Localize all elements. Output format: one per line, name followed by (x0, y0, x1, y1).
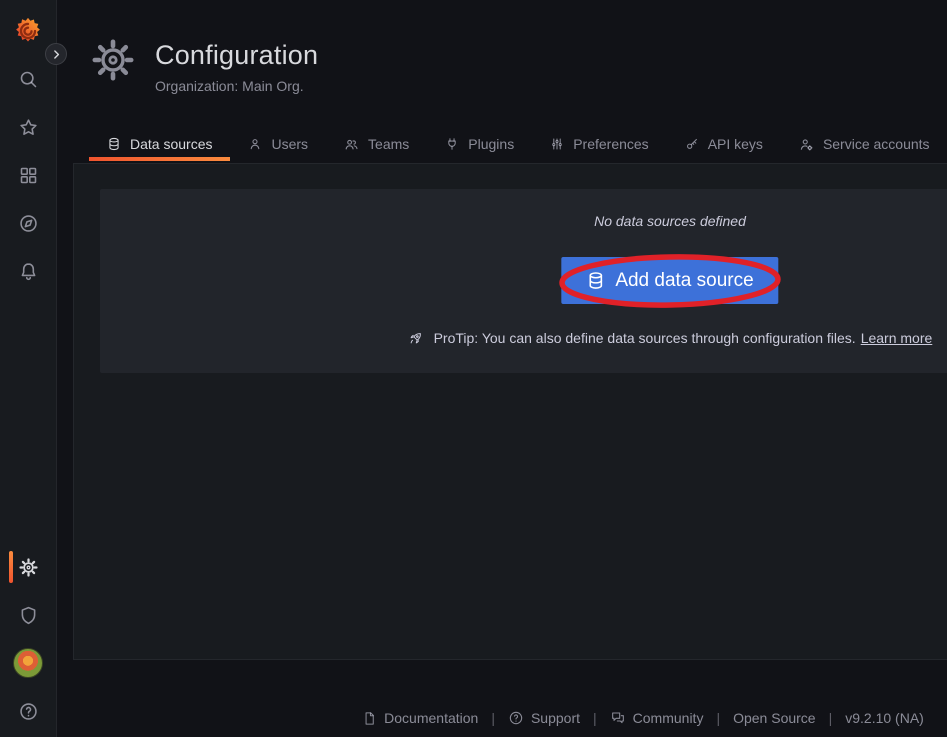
sidebar-item-search[interactable] (4, 55, 52, 103)
tab-api-keys[interactable]: API keys (667, 127, 781, 161)
database-icon (107, 137, 121, 151)
footer-link-community[interactable]: Community (610, 710, 704, 726)
tab-data-sources[interactable]: Data sources (89, 127, 230, 161)
footer-separator: | (491, 710, 495, 726)
footer-link-open-source[interactable]: Open Source (733, 710, 816, 726)
tab-users[interactable]: Users (230, 127, 326, 161)
sidebar-item-alerting[interactable] (4, 247, 52, 295)
tab-service-accounts[interactable]: Service accounts (781, 127, 947, 161)
footer-version: v9.2.10 (NA) (845, 710, 924, 726)
page-title: Configuration (155, 40, 318, 71)
tab-plugins[interactable]: Plugins (427, 127, 532, 161)
chevron-right-icon (50, 48, 63, 61)
main-content: Configuration Organization: Main Org. Da… (57, 0, 947, 737)
users-icon (344, 137, 359, 152)
question-circle-icon (18, 701, 39, 722)
sidebar-expand-button[interactable] (45, 43, 67, 65)
sidebar-item-server-admin[interactable] (4, 591, 52, 639)
learn-more-link[interactable]: Learn more (861, 330, 933, 346)
empty-state-message: No data sources defined (100, 213, 947, 229)
gear-icon (18, 557, 39, 578)
apps-grid-icon (18, 165, 39, 186)
footer: Documentation | Support | Community | Op… (73, 706, 947, 730)
sidebar-item-help[interactable] (4, 687, 52, 735)
compass-icon (18, 213, 39, 234)
sidebar-item-profile[interactable] (4, 639, 52, 687)
user-gear-icon (799, 137, 814, 152)
tab-preferences[interactable]: Preferences (532, 127, 666, 161)
sidebar-item-starred[interactable] (4, 103, 52, 151)
tab-teams[interactable]: Teams (326, 127, 427, 161)
user-avatar (13, 648, 43, 678)
key-icon (685, 137, 699, 151)
sidebar-item-explore[interactable] (4, 199, 52, 247)
empty-datasources-card: No data sources defined Add data source … (100, 189, 947, 373)
footer-link-support[interactable]: Support (508, 710, 580, 726)
comments-icon (610, 710, 626, 726)
page-subtitle: Organization: Main Org. (155, 78, 304, 94)
footer-separator: | (829, 710, 833, 726)
sidebar-item-configuration[interactable] (4, 543, 52, 591)
gear-icon (89, 36, 137, 84)
sidebar (0, 0, 57, 737)
sidebar-item-dashboards[interactable] (4, 151, 52, 199)
footer-link-documentation[interactable]: Documentation (362, 710, 478, 726)
add-data-source-button[interactable]: Add data source (561, 257, 778, 304)
protip-text: ProTip: You can also define data sources… (100, 330, 947, 346)
search-icon (18, 69, 39, 90)
tab-content-panel: No data sources defined Add data source … (73, 163, 947, 660)
user-icon (248, 137, 262, 151)
bell-icon (18, 261, 39, 282)
grafana-logo[interactable] (13, 16, 43, 46)
footer-separator: | (593, 710, 597, 726)
shield-icon (18, 605, 39, 626)
database-icon (586, 271, 605, 290)
tab-bar: Data sources Users Teams Plugins Prefere… (89, 127, 947, 161)
star-icon (18, 117, 39, 138)
footer-separator: | (716, 710, 720, 726)
document-icon (362, 711, 377, 726)
plug-icon (445, 137, 459, 151)
question-circle-icon (508, 710, 524, 726)
sliders-icon (550, 137, 564, 151)
rocket-icon (408, 330, 434, 346)
